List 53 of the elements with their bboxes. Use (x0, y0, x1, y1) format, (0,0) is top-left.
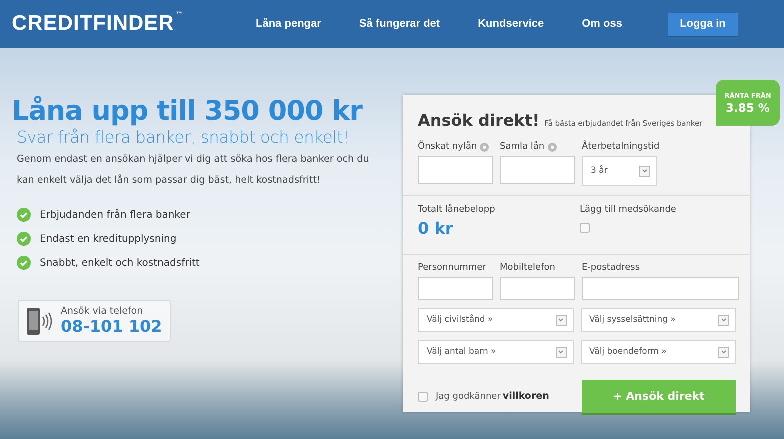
form-title: Ansök direkt! (418, 111, 540, 130)
chevron-icon (558, 350, 564, 354)
input-field[interactable] (500, 277, 575, 300)
terms-link[interactable]: villkoren (502, 391, 550, 402)
checkbox[interactable] (418, 392, 428, 402)
select-value: Välj boendeform » (590, 347, 667, 357)
field-label: Önskat nylån (418, 142, 478, 152)
phone-number[interactable]: 08-101 102 (61, 317, 162, 336)
total-amount: 0 kr (418, 219, 454, 238)
benefit-text: Snabbt, enkelt och kostnadsfritt (40, 258, 200, 268)
total-label: Totalt lånebelopp (418, 204, 496, 216)
repayment-select[interactable]: 3 år (582, 156, 657, 186)
logo-text[interactable]: CREDITFINDER (12, 12, 174, 36)
dropdown-select[interactable]: Välj boendeform » (580, 340, 736, 364)
input-field[interactable] (582, 277, 739, 300)
rate-value: 3.85 % (726, 100, 770, 114)
phone-icon (26, 306, 53, 336)
field-label: E-postadress (582, 262, 642, 274)
select-value: Välj civilstånd » (427, 315, 494, 325)
field-label: Samla lån (500, 142, 545, 152)
select-value: Välj antal barn » (427, 347, 496, 357)
chevron-icon (642, 169, 648, 173)
benefit-text: Erbjudanden från flera banker (40, 210, 190, 220)
input-field[interactable] (500, 156, 575, 184)
input-field[interactable] (418, 277, 493, 300)
field-label: Personnummer (418, 262, 488, 274)
phone-label: Ansök via telefon (61, 306, 144, 317)
dropdown-select[interactable]: Välj civilstånd » (418, 308, 574, 332)
login-button[interactable]: Logga in (668, 12, 738, 36)
select-value: Välj sysselsättning » (590, 315, 676, 325)
input-field[interactable] (418, 156, 493, 184)
dropdown-select[interactable]: Välj sysselsättning » (580, 308, 736, 332)
check-icon (17, 208, 31, 222)
field-label: Mobiltelefon (500, 262, 556, 274)
chevron-icon (720, 318, 726, 322)
benefit-text: Endast en kreditupplysning (40, 234, 177, 244)
dropdown-select[interactable]: Välj antal barn » (418, 340, 574, 364)
check-icon (17, 256, 31, 270)
chevron-icon (720, 350, 726, 354)
nav-link[interactable]: Så fungerar det (359, 18, 440, 30)
field-label: Återbetalningstid (582, 142, 660, 152)
nav-link[interactable]: Kundservice (478, 18, 544, 30)
checkbox[interactable] (580, 223, 590, 233)
check-icon (17, 232, 31, 246)
chevron-icon (558, 318, 564, 322)
nav-link[interactable]: Om oss (582, 18, 622, 30)
nav-link[interactable]: Låna pengar (256, 18, 322, 30)
hero-description: Genom endast en ansökan hjälper vi dig att söka hos flera banker och du kan enkelt välja det lån som passar dig bäst, helt kostnadsfritt! (17, 153, 370, 188)
hero-subtitle: Svar från flera banker, snabbt och enkelt! (17, 128, 350, 147)
terms-text: Jag godkänner (436, 392, 501, 402)
select-value: 3 år (591, 166, 608, 176)
hero-title: Låna upp till 350 000 kr (12, 96, 364, 127)
co-applicant-label: Lägg till medsökande (580, 204, 676, 216)
